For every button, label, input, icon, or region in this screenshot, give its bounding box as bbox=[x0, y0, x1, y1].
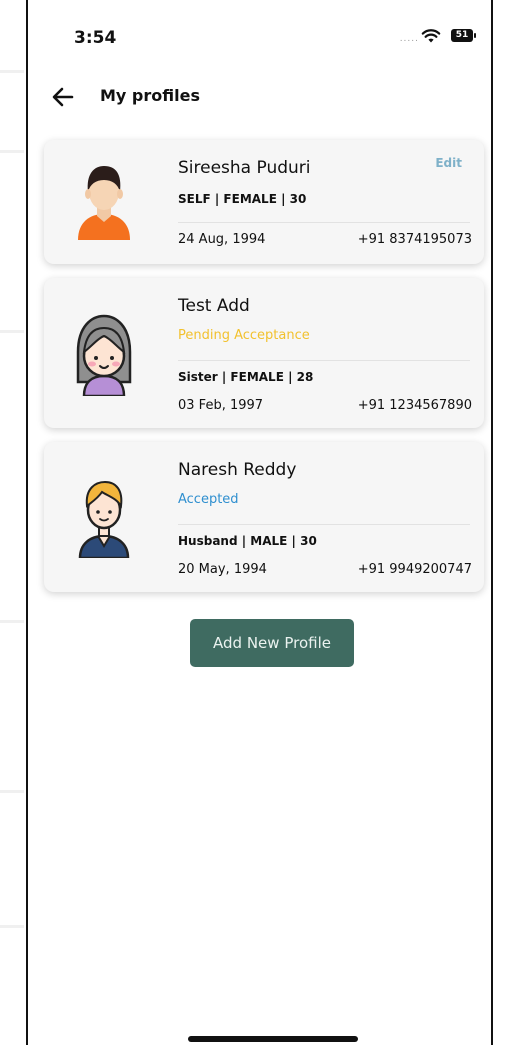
profile-dob: 03 Feb, 1997 bbox=[178, 398, 264, 413]
background-line bbox=[0, 790, 24, 793]
divider bbox=[178, 524, 470, 525]
profile-name: Sireesha Puduri bbox=[178, 158, 311, 178]
wifi-icon bbox=[421, 29, 441, 43]
profile-dob: 24 Aug, 1994 bbox=[178, 232, 266, 247]
edit-button[interactable]: Edit bbox=[435, 156, 462, 170]
background-line bbox=[0, 150, 24, 153]
profile-name: Naresh Reddy bbox=[178, 460, 297, 480]
home-indicator bbox=[188, 1036, 358, 1042]
girl-avatar-icon bbox=[76, 314, 132, 396]
divider bbox=[178, 360, 470, 361]
status-time: 3:54 bbox=[74, 28, 117, 48]
arrow-left-icon[interactable] bbox=[50, 84, 76, 110]
profile-phone: +91 9949200747 bbox=[357, 562, 472, 577]
phone-screen: 3:54 ..... 51 My profiles Sireesha Pudur… bbox=[26, 0, 493, 1045]
status-bar: 3:54 ..... 51 bbox=[28, 22, 491, 52]
background-line bbox=[0, 620, 24, 623]
profile-info: Husband | MALE | 30 bbox=[178, 534, 317, 548]
profile-card[interactable]: Test Add Pending Acceptance Sister | FEM… bbox=[44, 278, 484, 428]
profile-phone: +91 8374195073 bbox=[357, 232, 472, 247]
status-accepted: Accepted bbox=[178, 492, 239, 507]
male-avatar-icon bbox=[78, 480, 130, 558]
app-header: My profiles bbox=[28, 80, 491, 116]
background-line bbox=[0, 330, 24, 333]
battery-icon: 51 bbox=[451, 29, 476, 42]
page-title: My profiles bbox=[100, 86, 200, 105]
profile-info: SELF | FEMALE | 30 bbox=[178, 192, 307, 206]
profile-card[interactable]: Naresh Reddy Accepted Husband | MALE | 3… bbox=[44, 442, 484, 592]
add-new-profile-button[interactable]: Add New Profile bbox=[190, 619, 354, 667]
divider bbox=[178, 222, 470, 223]
profile-name: Test Add bbox=[178, 296, 250, 316]
profile-phone: +91 1234567890 bbox=[357, 398, 472, 413]
status-pending: Pending Acceptance bbox=[178, 328, 310, 343]
profile-info: Sister | FEMALE | 28 bbox=[178, 370, 314, 384]
female-orange-avatar-icon bbox=[78, 166, 130, 240]
background-line bbox=[0, 70, 24, 73]
cellular-signal-icon: ..... bbox=[399, 34, 419, 44]
background-line bbox=[0, 925, 24, 928]
profile-dob: 20 May, 1994 bbox=[178, 562, 267, 577]
profile-card[interactable]: Sireesha Puduri Edit SELF | FEMALE | 30 … bbox=[44, 140, 484, 264]
